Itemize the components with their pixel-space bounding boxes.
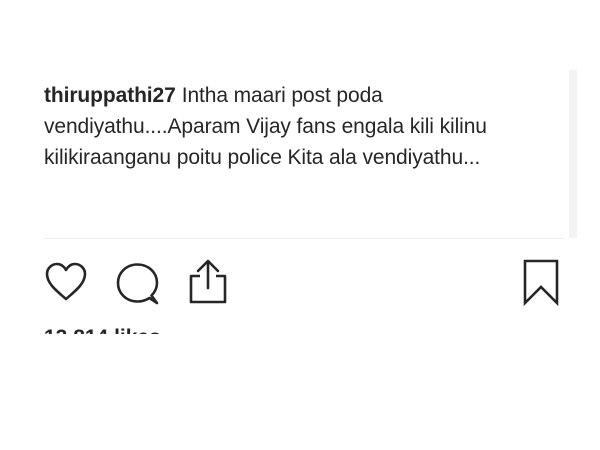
comment-username[interactable]: thiruppathi27 — [44, 84, 176, 107]
comment: thiruppathi27 Intha maari post poda vendi… — [44, 80, 564, 173]
comment-icon[interactable] — [115, 262, 161, 306]
share-icon[interactable] — [185, 258, 231, 306]
bookmark-icon[interactable] — [521, 258, 561, 306]
scrollbar-track[interactable] — [569, 70, 577, 238]
likes-count[interactable]: 13,814 likes — [44, 322, 161, 334]
divider — [44, 238, 564, 239]
heart-icon[interactable] — [44, 262, 88, 302]
